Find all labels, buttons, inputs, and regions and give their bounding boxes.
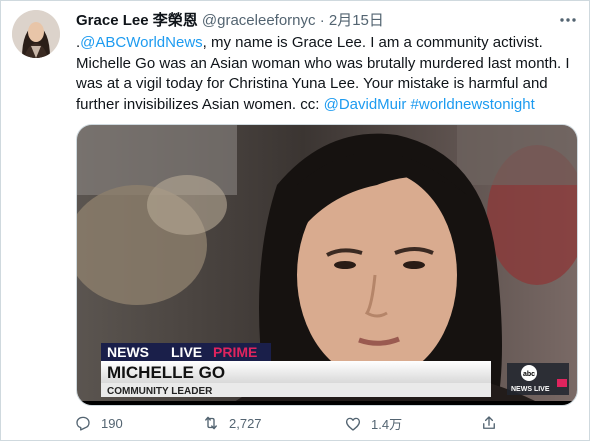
retweet-icon [205, 416, 217, 430]
heart-icon [345, 417, 361, 431]
more-options-icon[interactable] [558, 10, 578, 30]
banner-network: NEWS [107, 344, 149, 360]
separator-dot: · [319, 12, 325, 29]
banner-prime: PRIME [213, 344, 257, 360]
reply-button[interactable]: 190 [74, 414, 123, 432]
tweet-media-image[interactable]: NEWS LIVE PRIME MICHELLE GO COMMUNITY LE… [76, 124, 578, 406]
mention-davidmuir[interactable]: @DavidMuir [324, 96, 407, 113]
corner-label: NEWS LIVE [511, 386, 550, 393]
author-name[interactable]: Grace Lee 李榮恩 [76, 12, 198, 29]
share-icon [483, 416, 495, 429]
retweet-count: 2,727 [229, 415, 262, 431]
hashtag-worldnewstonight[interactable]: #worldnewstonight [411, 96, 535, 113]
reply-icon [76, 416, 90, 431]
reply-count: 190 [101, 415, 123, 431]
tweet-header: Grace Lee 李榮恩 @graceleefornyc · 2月15日 [76, 11, 384, 30]
mention-abcworldnews[interactable]: @ABCWorldNews [80, 34, 202, 51]
tweet-date[interactable]: 2月15日 [329, 12, 384, 29]
retweet-button[interactable]: 2,727 [202, 414, 262, 432]
avatar[interactable] [12, 10, 60, 58]
tweet-actions: 190 2,727 1.4万 [74, 414, 514, 438]
tweet-text: .@ABCWorldNews, my name is Grace Lee. I … [76, 33, 576, 115]
like-count: 1.4万 [371, 417, 403, 432]
corner-logo: abc [523, 371, 535, 378]
like-button[interactable]: 1.4万 [344, 414, 402, 433]
share-button[interactable] [480, 414, 498, 432]
author-handle[interactable]: @graceleefornyc [202, 12, 316, 29]
lower-third-title: COMMUNITY LEADER [107, 386, 213, 397]
banner-live: LIVE [171, 344, 202, 360]
lower-third-name: MICHELLE GO [107, 363, 225, 382]
